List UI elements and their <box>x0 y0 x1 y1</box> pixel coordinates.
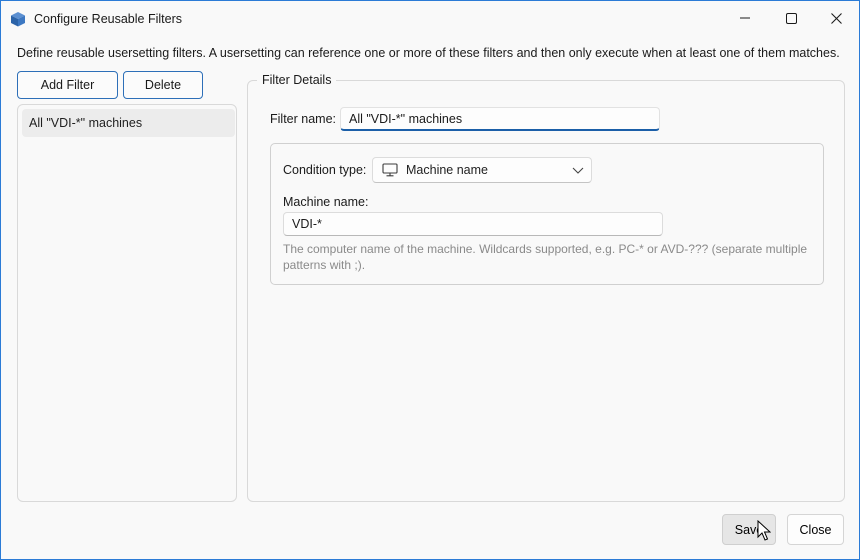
monitor-icon <box>382 163 398 177</box>
close-window-button[interactable] <box>813 1 859 35</box>
close-button[interactable]: Close <box>787 514 844 545</box>
dialog-window: Configure Reusable Filters Define reusab… <box>0 0 860 560</box>
dialog-description: Define reusable usersetting filters. A u… <box>17 46 840 60</box>
condition-type-label: Condition type: <box>283 163 367 177</box>
cube-icon <box>11 12 25 27</box>
filter-details-title: Filter Details <box>257 73 337 87</box>
minimize-icon <box>740 17 750 19</box>
mouse-cursor-icon <box>757 520 771 541</box>
chevron-down-icon <box>572 167 584 174</box>
delete-filter-button[interactable]: Delete <box>123 71 203 99</box>
condition-type-select[interactable]: Machine name <box>372 157 592 183</box>
machine-name-hint: The computer name of the machine. Wildca… <box>283 242 808 272</box>
filter-list[interactable]: All "VDI-*" machines <box>17 104 237 502</box>
window-title: Configure Reusable Filters <box>34 12 182 26</box>
title-bar[interactable]: Configure Reusable Filters <box>1 1 859 37</box>
filter-name-input[interactable] <box>340 107 660 131</box>
condition-type-value: Machine name <box>406 163 488 177</box>
maximize-button[interactable] <box>768 1 814 35</box>
list-item[interactable]: All "VDI-*" machines <box>22 109 235 137</box>
close-icon <box>830 12 842 24</box>
minimize-button[interactable] <box>722 1 768 35</box>
machine-name-label: Machine name: <box>283 195 369 209</box>
filter-name-label: Filter name: <box>270 112 336 126</box>
maximize-icon <box>785 12 797 24</box>
list-item-label: All "VDI-*" machines <box>29 116 143 130</box>
add-filter-button[interactable]: Add Filter <box>17 71 118 99</box>
machine-name-input[interactable] <box>283 212 663 236</box>
